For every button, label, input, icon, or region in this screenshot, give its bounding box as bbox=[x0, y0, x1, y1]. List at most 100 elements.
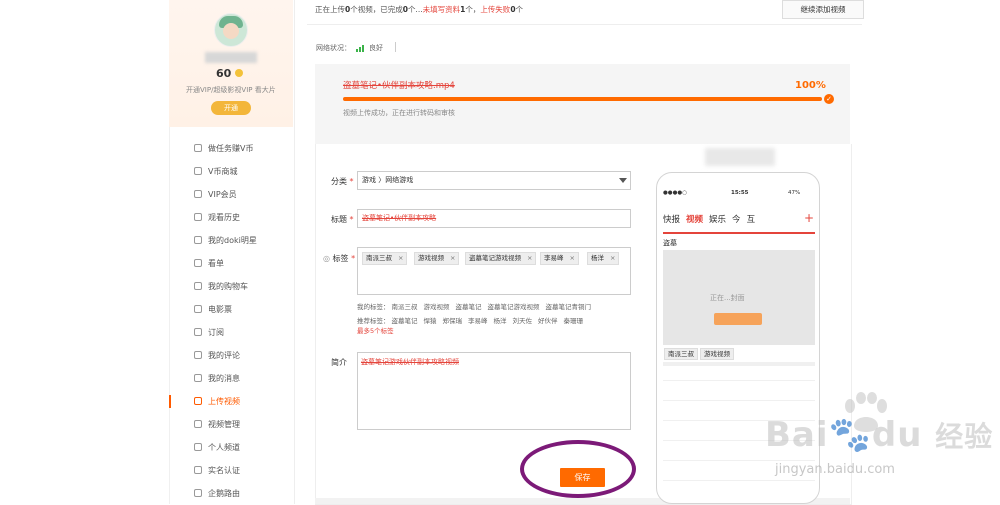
sidebar-item[interactable]: 我的购物车 bbox=[169, 275, 293, 298]
continue-add-video-button[interactable]: 继续添加视频 bbox=[782, 0, 864, 19]
tag-suggestion[interactable]: 李易峰 bbox=[468, 317, 488, 325]
subscribe-icon bbox=[194, 328, 202, 336]
title-input[interactable]: 盗墓笔记•伙伴副本攻略 bbox=[357, 209, 631, 228]
sidebar-item-label: 观看历史 bbox=[208, 213, 240, 222]
close-icon[interactable]: × bbox=[398, 254, 403, 262]
tag-suggestion[interactable]: 刘天佐 bbox=[513, 317, 533, 325]
close-icon[interactable]: × bbox=[450, 254, 455, 262]
phone-nav-item[interactable]: 娱乐 bbox=[709, 215, 726, 225]
sidebar-item[interactable]: 做任务赚V币 bbox=[169, 137, 293, 160]
summary-text: 个... bbox=[407, 5, 423, 14]
phone-nav-item[interactable]: 快报 bbox=[663, 215, 680, 225]
tag-suggestion[interactable]: 郑保瑞 bbox=[443, 317, 463, 325]
sidebar-item[interactable]: VIP会员 bbox=[169, 183, 293, 206]
tags-label-text: 标签 bbox=[332, 254, 349, 263]
upload-progress-panel bbox=[315, 64, 850, 144]
tag-chip-label: 游戏视频 bbox=[418, 254, 444, 262]
upload-icon bbox=[194, 397, 202, 405]
cart-icon bbox=[194, 282, 202, 290]
divider bbox=[395, 42, 396, 52]
category-label: 分类 * bbox=[331, 177, 354, 186]
network-status: 良好 bbox=[369, 44, 383, 52]
phone-video-button[interactable] bbox=[714, 313, 762, 325]
phone-battery: 47% bbox=[788, 190, 801, 196]
tags-input[interactable]: 南派三叔 × 游戏视频 × 盗墓笔记游戏视频 × 李易峰 × 杨洋 × bbox=[357, 247, 631, 295]
sidebar-menu: 做任务赚V币 V币商城 VIP会员观看历史我的doki明星看单我的购物车电影票订阅我… bbox=[169, 137, 293, 505]
sidebar-item[interactable]: 上传视频 bbox=[169, 390, 293, 413]
phone-nav-item[interactable]: 今 bbox=[732, 215, 741, 225]
phone-nav-item[interactable]: 视频 bbox=[686, 215, 703, 225]
sidebar-item-label: 实名认证 bbox=[208, 466, 240, 475]
comment-icon bbox=[194, 351, 202, 359]
vip-promo-text: 开通VIP/超级影视VIP 看大片 bbox=[186, 86, 276, 94]
title-label: 标题 * bbox=[331, 215, 354, 224]
summary-text: 个视频，已完成 bbox=[350, 5, 403, 14]
sidebar-item-label: 做任务赚V币 bbox=[208, 144, 254, 153]
save-button[interactable]: 保存 bbox=[560, 468, 605, 487]
title-label-text: 标题 bbox=[331, 215, 347, 224]
sidebar-item[interactable]: 实名认证 bbox=[169, 459, 293, 482]
failed-link[interactable]: 上传失败 bbox=[480, 5, 510, 14]
sidebar-item[interactable]: 我的评论 bbox=[169, 344, 293, 367]
video-manage-icon bbox=[194, 420, 202, 428]
blurred-area bbox=[705, 148, 775, 166]
sidebar-item-label: 电影票 bbox=[208, 305, 232, 314]
sidebar-item-label: VIP会员 bbox=[208, 190, 237, 199]
phone-nav-item[interactable]: 互 bbox=[747, 215, 756, 225]
tag-suggestion[interactable]: 盗墓笔记游戏视频 bbox=[488, 303, 540, 311]
sidebar-item[interactable]: 个人频道 bbox=[169, 436, 293, 459]
phone-time: 15:55 bbox=[731, 190, 749, 196]
open-vip-button[interactable]: 开通 bbox=[211, 101, 251, 115]
plus-icon[interactable]: + bbox=[804, 211, 814, 225]
close-icon[interactable]: × bbox=[610, 254, 615, 262]
sidebar-item[interactable]: 看单 bbox=[169, 252, 293, 275]
tag-line-label: 推荐标签： bbox=[357, 317, 390, 325]
file-name: 盗墓笔记•伙伴副本攻略.mp4 bbox=[343, 81, 455, 91]
incomplete-link[interactable]: 未填写资料 bbox=[423, 5, 461, 14]
tag-chip[interactable]: 盗墓笔记游戏视频 × bbox=[465, 252, 537, 265]
avatar[interactable] bbox=[214, 13, 248, 47]
sidebar-item[interactable]: 我的消息 bbox=[169, 367, 293, 390]
tag-chip[interactable]: 游戏视频 × bbox=[414, 252, 460, 265]
tag-suggestion[interactable]: 游戏视频 bbox=[424, 303, 450, 311]
sidebar-item[interactable]: 电影票 bbox=[169, 298, 293, 321]
tag-chip[interactable]: 李易峰 × bbox=[540, 252, 579, 265]
tag-suggestion[interactable]: 盗墓笔记青铜门 bbox=[546, 303, 592, 311]
watermark-brand2: du bbox=[871, 415, 923, 455]
close-icon[interactable]: × bbox=[570, 254, 575, 262]
phone-divider bbox=[663, 362, 815, 366]
tag-suggestion[interactable]: 好伙伴 bbox=[538, 317, 558, 325]
sidebar-item[interactable]: 企鹅路由 bbox=[169, 482, 293, 505]
sidebar-item[interactable]: 我的doki明星 bbox=[169, 229, 293, 252]
tag-chip[interactable]: 杨洋 × bbox=[587, 252, 620, 265]
vip-icon bbox=[194, 190, 202, 198]
tag-suggestion[interactable]: 盗墓笔记 bbox=[392, 317, 418, 325]
intro-label: 简介 bbox=[331, 358, 347, 367]
sidebar-item[interactable]: V币商城 bbox=[169, 160, 293, 183]
tag-suggestion[interactable]: 盗墓笔记 bbox=[456, 303, 482, 311]
summary-text: 正在上传 bbox=[315, 5, 345, 14]
tag-suggestion[interactable]: 杨洋 bbox=[494, 317, 507, 325]
shield-icon bbox=[194, 466, 202, 474]
close-icon[interactable]: × bbox=[527, 254, 532, 262]
tag-suggestion[interactable]: 秦珊珊 bbox=[564, 317, 584, 325]
sidebar-item[interactable]: 观看历史 bbox=[169, 206, 293, 229]
tag-suggestion[interactable]: 南派三叔 bbox=[392, 303, 418, 311]
help-icon[interactable]: ◎ bbox=[323, 254, 330, 263]
tag-chip[interactable]: 南派三叔 × bbox=[362, 252, 408, 265]
category-select[interactable]: 游戏 〉网络游戏 bbox=[357, 171, 631, 190]
tag-suggestion[interactable]: 悍猿 bbox=[424, 317, 437, 325]
recommended-tags: 推荐标签： 盗墓笔记 悍猿 郑保瑞 李易峰 杨洋 刘天佐 好伙伴 秦珊珊 bbox=[357, 315, 589, 325]
phone-nav: 快报 视频 娱乐今互 + bbox=[663, 211, 815, 229]
sidebar-item-label: 订阅 bbox=[208, 328, 224, 337]
signal-dots-icon: ●●●●○ bbox=[663, 190, 687, 196]
sidebar-item[interactable]: 视频管理 bbox=[169, 413, 293, 436]
sidebar-item-label: 看单 bbox=[208, 259, 224, 268]
store-icon bbox=[194, 167, 202, 175]
chevron-down-icon[interactable] bbox=[619, 178, 627, 183]
sidebar-item-label: 上传视频 bbox=[208, 397, 240, 406]
sidebar-item-label: 个人频道 bbox=[208, 443, 240, 452]
watermark-url: jingyan.baidu.com bbox=[775, 462, 895, 477]
heart-icon bbox=[194, 236, 202, 244]
sidebar-item[interactable]: 订阅 bbox=[169, 321, 293, 344]
